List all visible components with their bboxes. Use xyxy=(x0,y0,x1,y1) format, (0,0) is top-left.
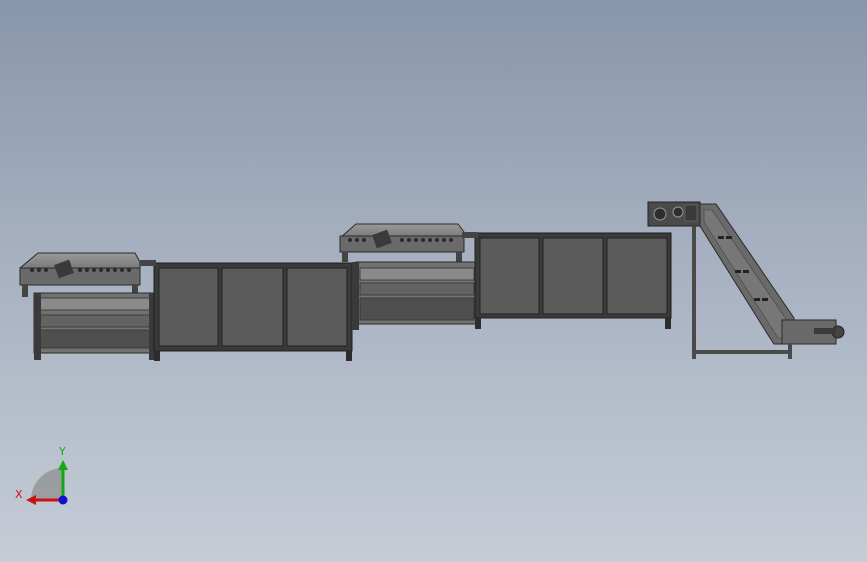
washer-machine-1[interactable] xyxy=(19,252,353,361)
x-axis-arrowhead xyxy=(26,495,36,505)
production-line-drawing: Y X xyxy=(15,201,845,505)
tank-1 xyxy=(33,292,157,360)
tank-2 xyxy=(352,261,479,330)
hood-2 xyxy=(339,223,465,262)
panel-box-1 xyxy=(140,260,353,361)
washer-machine-2[interactable] xyxy=(339,223,672,330)
conveyor-head xyxy=(647,201,701,227)
x-axis-label: X xyxy=(15,488,23,501)
conveyor-tail xyxy=(781,319,845,345)
coordinate-triad: Y X xyxy=(15,445,68,505)
y-axis-arrowhead xyxy=(58,460,68,470)
y-axis-label: Y xyxy=(58,445,66,458)
panel-box-2 xyxy=(462,232,672,329)
elevator-conveyor[interactable] xyxy=(647,201,845,359)
z-axis-dot xyxy=(58,495,68,505)
cad-viewport[interactable]: Y X xyxy=(0,0,867,562)
hood-1 xyxy=(19,252,141,297)
conveyor-incline xyxy=(699,203,795,345)
